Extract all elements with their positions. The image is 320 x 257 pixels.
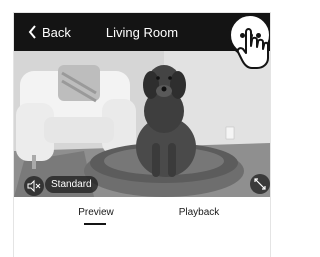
tab-preview[interactable]: Preview bbox=[74, 207, 118, 218]
speaker-muted-icon bbox=[24, 176, 44, 196]
view-tabs: Preview Playback bbox=[14, 197, 270, 237]
fullscreen-icon bbox=[254, 178, 266, 190]
tab-playback[interactable]: Playback bbox=[174, 207, 224, 218]
quality-badge[interactable]: Standard bbox=[45, 176, 98, 193]
fullscreen-button[interactable] bbox=[250, 174, 270, 194]
camera-screen: Back Living Room Preview Playback Standa… bbox=[14, 13, 270, 257]
mute-button[interactable] bbox=[24, 176, 44, 196]
pointer-hand-icon bbox=[236, 28, 269, 69]
tab-selected-indicator bbox=[84, 223, 106, 225]
